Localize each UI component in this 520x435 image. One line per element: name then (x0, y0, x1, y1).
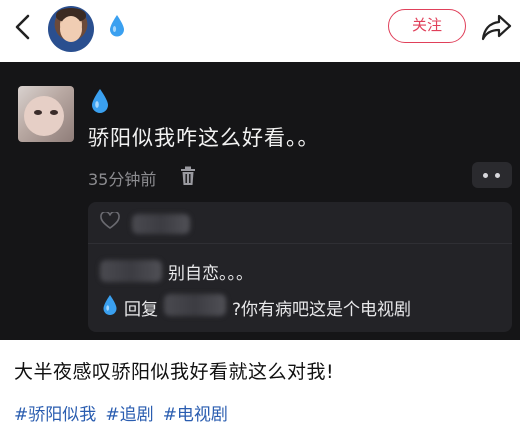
redacted-username (132, 214, 190, 234)
top-bar: 关注 (0, 0, 520, 60)
water-drop-icon (103, 295, 117, 315)
heart-icon[interactable] (100, 212, 120, 230)
more-options-button[interactable] (472, 162, 512, 188)
reply-thread: 别自恋。。。 回复 ?你有病吧这是个电视剧 (88, 202, 512, 332)
reply-thread-header (88, 202, 512, 244)
comment-time: 35分钟前 (88, 170, 157, 189)
water-drop-icon (110, 15, 124, 37)
back-arrow-icon[interactable] (10, 12, 38, 42)
water-drop-icon (92, 89, 108, 113)
hashtag-link[interactable]: #骄阳似我 (14, 405, 96, 425)
comment-text: 骄阳似我咋这么好看。。 (88, 126, 320, 150)
hashtag-link[interactable]: #电视剧 (163, 405, 228, 425)
hashtag-list: #骄阳似我 #追剧 #电视剧 (14, 400, 232, 425)
trash-icon[interactable] (179, 166, 197, 186)
redacted-username (100, 260, 162, 282)
comment-panel: 骄阳似我咋这么好看。。 35分钟前 别自恋。。。 回复 ?你有病吧这是个电视剧 (0, 62, 520, 340)
hashtag-link[interactable]: #追剧 (105, 405, 153, 425)
reply-text: 别自恋。。。 (168, 264, 253, 284)
reply-text: ?你有病吧这是个电视剧 (232, 300, 412, 320)
author-avatar[interactable] (48, 6, 94, 52)
follow-button[interactable]: 关注 (388, 9, 466, 43)
share-icon[interactable] (480, 12, 512, 42)
reply-prefix: 回复 (124, 300, 158, 320)
commenter-avatar[interactable] (18, 86, 74, 142)
post-caption: 大半夜感叹骄阳似我好看就这么对我! (14, 361, 335, 383)
redacted-username (164, 294, 226, 316)
